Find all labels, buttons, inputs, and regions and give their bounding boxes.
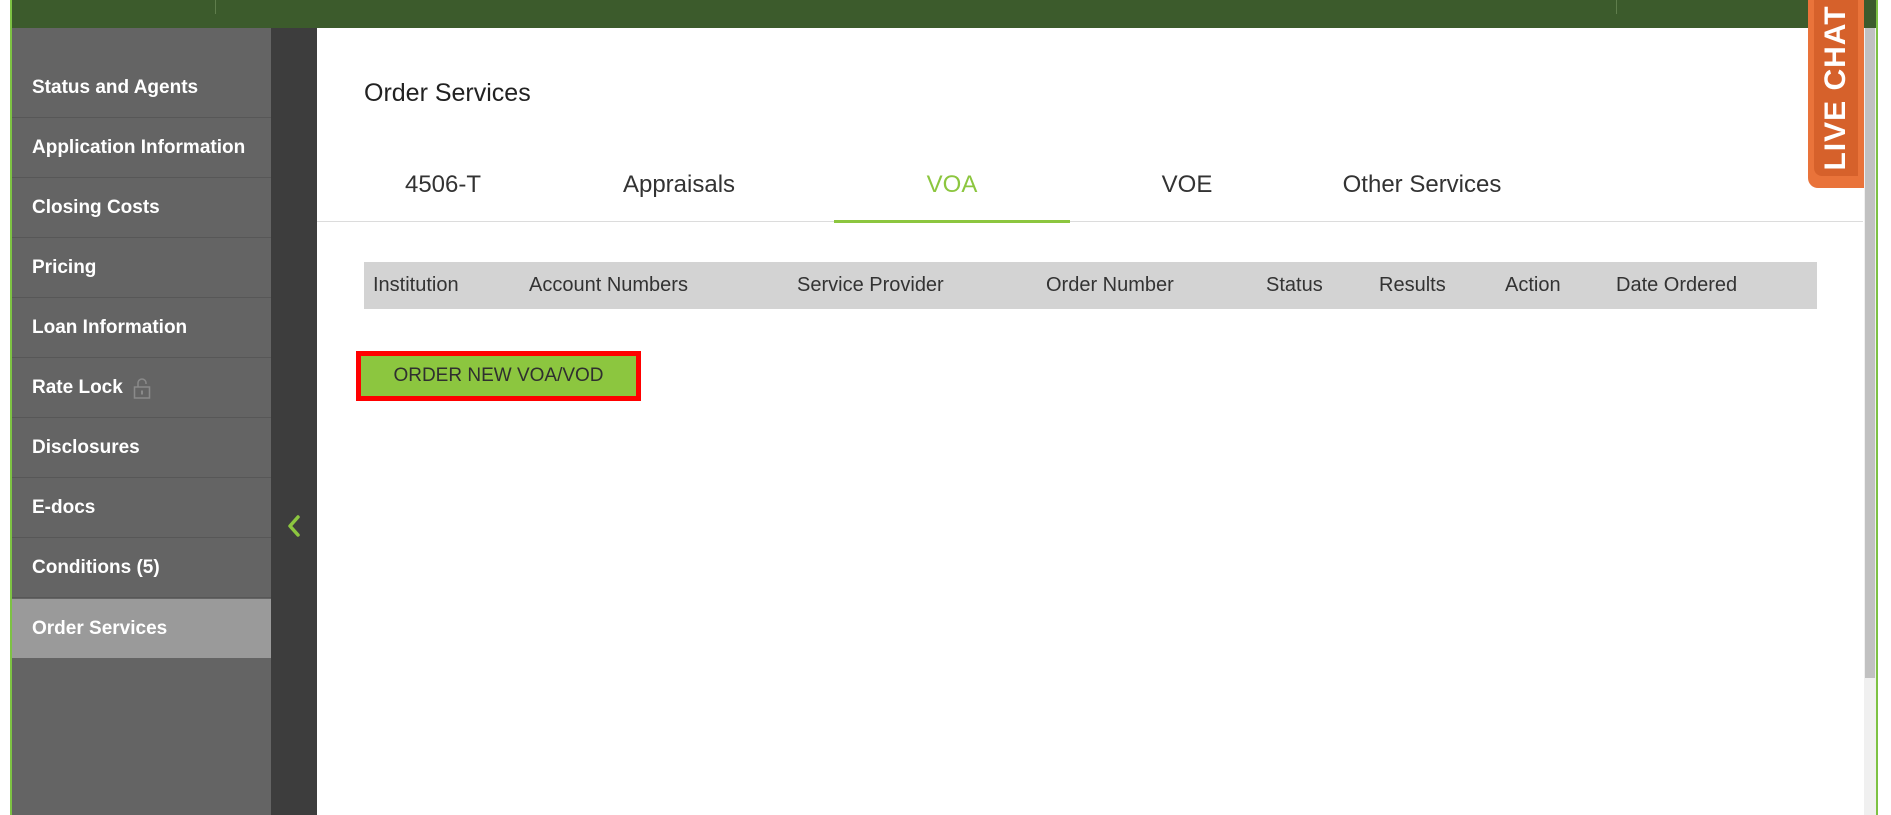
column-header-results: Results xyxy=(1379,274,1446,296)
live-chat-label: LIVE CHAT xyxy=(1819,5,1852,171)
column-header-action: Action xyxy=(1505,274,1561,296)
page-title: Order Services xyxy=(364,79,531,107)
column-header-status: Status xyxy=(1266,274,1323,296)
tab-label: VOE xyxy=(1161,171,1213,198)
top-bar-divider xyxy=(215,0,216,14)
sidebar-item-disclosures[interactable]: Disclosures xyxy=(12,419,271,478)
scrollbar-thumb[interactable] xyxy=(1865,28,1875,678)
tab-label: 4506-T xyxy=(404,171,482,198)
top-bar-divider xyxy=(1616,0,1617,14)
sidebar-item-label: Order Services xyxy=(32,617,168,639)
sidebar-item-label: Status and Agents xyxy=(32,77,199,98)
sidebar-item-label: Disclosures xyxy=(32,437,140,458)
column-header-order-number: Order Number xyxy=(1046,274,1174,296)
column-header-service-provider: Service Provider xyxy=(797,274,944,296)
live-chat-button[interactable]: LIVE CHAT xyxy=(1808,0,1864,188)
sidebar-item-loan-information[interactable]: Loan Information xyxy=(12,299,271,358)
sidebar-item-conditions[interactable]: Conditions (5) xyxy=(12,539,271,598)
sidebar-item-rate-lock[interactable]: Rate Lock xyxy=(12,359,271,418)
tab-label: VOA xyxy=(926,171,978,198)
tab-4506-t[interactable]: 4506-T xyxy=(325,148,561,222)
chevron-left-icon[interactable] xyxy=(281,496,307,556)
sidebar-item-pricing[interactable]: Pricing xyxy=(12,239,271,298)
sidebar-item-label: Pricing xyxy=(32,257,97,278)
sidebar-item-order-services[interactable]: Order Services xyxy=(12,599,271,658)
sidebar-item-label: Loan Information xyxy=(32,317,188,338)
top-bar xyxy=(10,0,1878,28)
sidebar-item-label: Conditions (5) xyxy=(32,557,160,578)
sidebar-item-e-docs[interactable]: E-docs xyxy=(12,479,271,538)
column-header-institution: Institution xyxy=(373,274,459,296)
sidebar-item-status-and-agents[interactable]: Status and Agents xyxy=(12,59,271,118)
tab-other-services[interactable]: Other Services xyxy=(1304,148,1540,222)
order-new-voa-vod-button[interactable]: ORDER NEW VOA/VOD xyxy=(361,356,636,396)
sidebar-item-application-information[interactable]: Application Information xyxy=(12,119,271,178)
sidebar-item-label: E-docs xyxy=(32,497,96,518)
vertical-scrollbar[interactable] xyxy=(1864,28,1876,815)
service-tabs: 4506-T Appraisals VOA VOE Other Services xyxy=(317,148,1863,223)
frame-border-right xyxy=(1876,0,1878,815)
tab-voe[interactable]: VOE xyxy=(1069,148,1305,222)
sidebar-item-label: Application Information xyxy=(32,137,246,158)
tab-appraisals[interactable]: Appraisals xyxy=(561,148,797,222)
tab-label: Appraisals xyxy=(622,171,736,198)
tab-voa[interactable]: VOA xyxy=(834,148,1070,223)
column-header-date-ordered: Date Ordered xyxy=(1616,274,1738,296)
sidebar-item-label: Rate Lock xyxy=(32,377,123,398)
sidebar-item-closing-costs[interactable]: Closing Costs xyxy=(12,179,271,238)
column-header-account-numbers: Account Numbers xyxy=(529,274,688,296)
orders-table-header: Institution Account Numbers Service Prov… xyxy=(364,262,1817,309)
sidebar-item-label: Closing Costs xyxy=(32,197,160,218)
sidebar: Status and Agents Application Informatio… xyxy=(12,28,271,815)
sidebar-collapse-rail xyxy=(271,28,317,815)
unlock-icon xyxy=(133,377,151,399)
tab-label: Other Services xyxy=(1342,171,1502,198)
